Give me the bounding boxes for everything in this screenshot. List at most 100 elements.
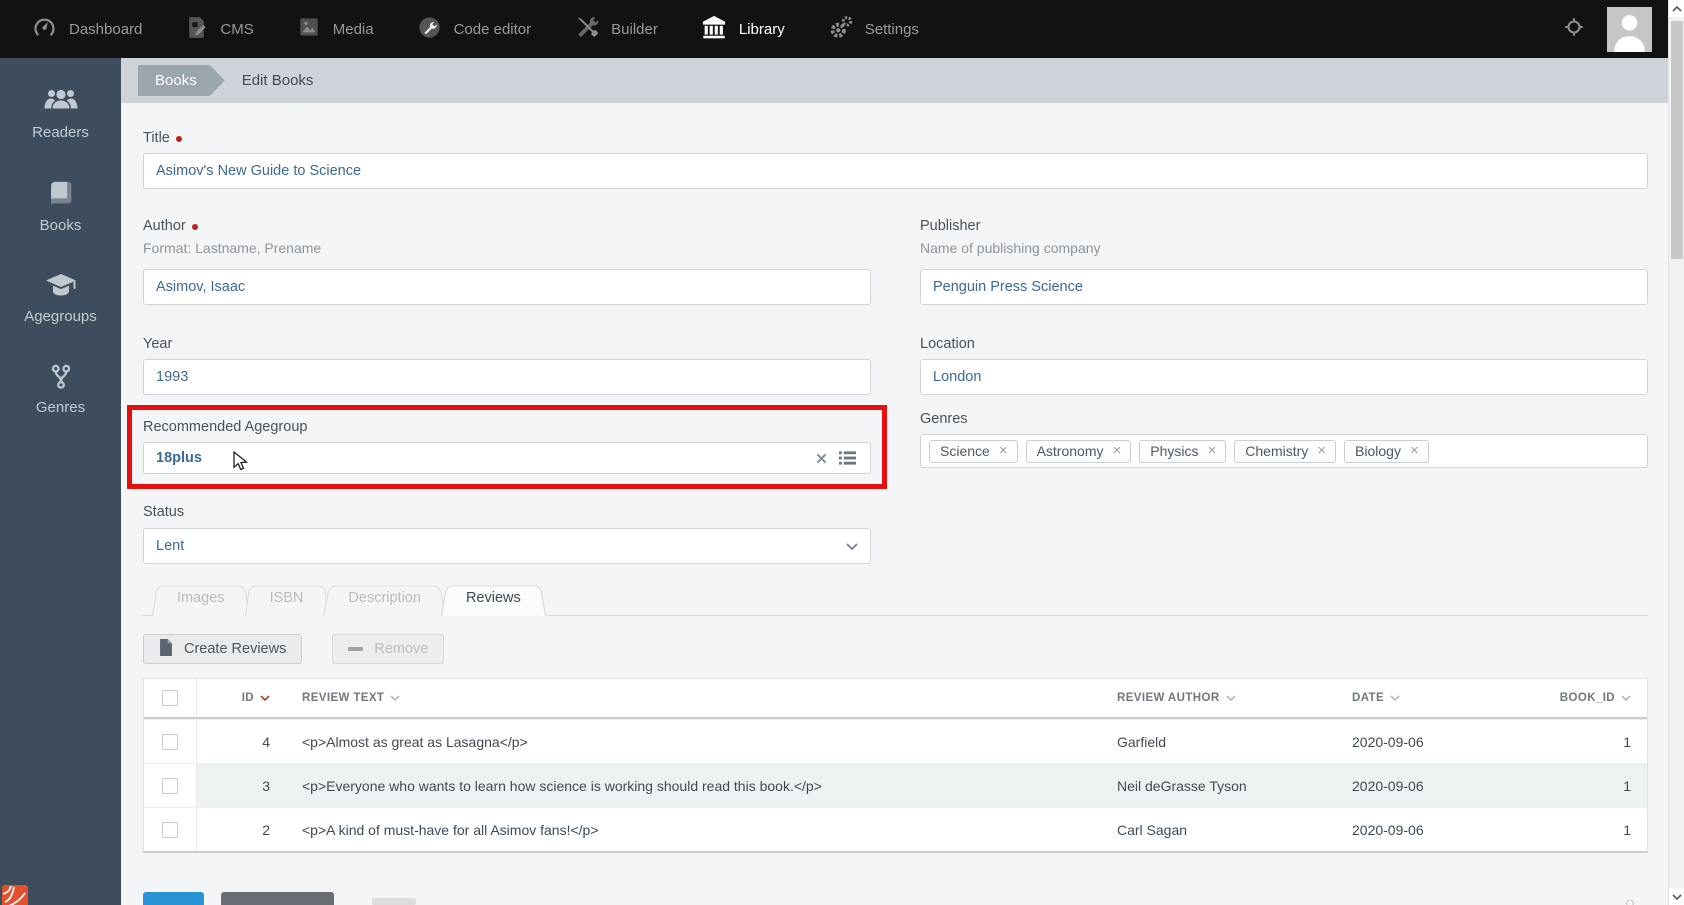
breadcrumb-books[interactable]: Books xyxy=(138,65,225,96)
column-label: REVIEW AUTHOR xyxy=(1117,692,1220,704)
author-input[interactable] xyxy=(143,269,871,305)
lookup-list-icon[interactable] xyxy=(834,445,860,471)
sidebar-item-label: Agegroups xyxy=(0,308,121,325)
tab-isbn[interactable]: ISBN xyxy=(245,582,329,615)
table-row[interactable]: 4 <p>Almost as great as Lasagna</p> Garf… xyxy=(144,719,1647,763)
cell-review-author: Neil deGrasse Tyson xyxy=(1101,764,1336,807)
tab-images[interactable]: Images xyxy=(152,582,250,615)
sidebar-item-label: Books xyxy=(0,217,121,234)
publisher-field-block: Publisher Name of publishing company xyxy=(920,217,1648,305)
column-header-id[interactable]: ID xyxy=(197,692,286,704)
remove-tag-icon[interactable]: × xyxy=(1208,443,1217,458)
lock-icon-cut-off xyxy=(1620,897,1640,905)
status-value: Lent xyxy=(156,538,846,554)
remove-tag-icon[interactable]: × xyxy=(999,443,1008,458)
breadcrumb: Books Edit Books xyxy=(121,58,1668,103)
tab-description[interactable]: Description xyxy=(323,582,446,615)
sidebar: Readers Books Agegroups Genres xyxy=(0,58,121,905)
tag-label: Astronomy xyxy=(1037,443,1104,459)
sidebar-item-books[interactable]: Books xyxy=(0,179,121,234)
gauge-icon xyxy=(31,14,58,45)
create-reviews-button[interactable]: Create Reviews xyxy=(143,634,302,664)
genres-tag-input[interactable]: Science× Astronomy× Physics× Chemistry× … xyxy=(920,434,1648,468)
cell-date: 2020-09-06 xyxy=(1336,808,1544,851)
nav-item-builder[interactable]: Builder xyxy=(552,0,679,58)
sidebar-item-agegroups[interactable]: Agegroups xyxy=(0,272,121,325)
sort-caret-icon xyxy=(390,695,400,701)
remove-tag-icon[interactable]: × xyxy=(1113,443,1122,458)
title-input[interactable] xyxy=(143,153,1648,189)
scrollbar-thumb[interactable] xyxy=(1671,21,1683,259)
column-header-review-author[interactable]: REVIEW AUTHOR xyxy=(1101,692,1336,704)
status-select[interactable]: Lent xyxy=(143,528,871,564)
cancel-link-cut-off[interactable] xyxy=(372,898,416,905)
avatar[interactable] xyxy=(1607,7,1652,52)
publisher-label: Publisher xyxy=(920,218,980,234)
tab-reviews[interactable]: Reviews xyxy=(441,582,546,615)
cell-book-id: 1 xyxy=(1544,720,1647,763)
sidebar-item-label: Genres xyxy=(0,399,121,416)
sort-caret-icon xyxy=(1390,695,1400,701)
crosshair-icon[interactable] xyxy=(1563,16,1585,43)
nav-label: Builder xyxy=(611,21,658,38)
location-field-block: Location xyxy=(920,335,1648,395)
vertical-scrollbar[interactable] xyxy=(1668,0,1684,905)
column-header-book-id[interactable]: BOOK_ID xyxy=(1544,692,1647,704)
row-checkbox[interactable] xyxy=(162,734,178,750)
scroll-up-arrow-icon[interactable] xyxy=(1669,0,1684,17)
location-input[interactable] xyxy=(920,359,1648,395)
nav-label: Library xyxy=(739,21,785,38)
tab-label: ISBN xyxy=(270,590,304,606)
agegroup-label: Recommended Agegroup xyxy=(143,419,307,435)
genres-label: Genres xyxy=(920,411,968,427)
nav-item-code-editor[interactable]: Code editor xyxy=(395,0,553,58)
tab-label: Images xyxy=(177,590,225,606)
scroll-down-arrow-icon[interactable] xyxy=(1669,888,1684,905)
publisher-helper-text: Name of publishing company xyxy=(920,240,1648,256)
column-header-review-text[interactable]: REVIEW TEXT xyxy=(286,692,1101,704)
nav-item-cms[interactable]: CMS xyxy=(163,0,274,58)
builder-tools-icon xyxy=(573,14,600,45)
table-row[interactable]: 2 <p>A kind of must-have for all Asimov … xyxy=(144,807,1647,851)
author-field-block: Author Format: Lastname, Prename xyxy=(143,217,871,305)
required-dot xyxy=(176,136,182,142)
remove-button[interactable]: Remove xyxy=(332,634,444,664)
column-label: ID xyxy=(242,692,254,704)
cell-book-id: 1 xyxy=(1544,808,1647,851)
readers-group-icon xyxy=(0,88,121,116)
row-checkbox[interactable] xyxy=(162,778,178,794)
remove-tag-icon[interactable]: × xyxy=(1317,443,1326,458)
nav-item-media[interactable]: Media xyxy=(275,0,395,58)
sidebar-item-readers[interactable]: Readers xyxy=(0,88,121,141)
cell-book-id: 1 xyxy=(1544,764,1647,807)
media-image-icon xyxy=(296,14,322,44)
sort-caret-icon xyxy=(1226,695,1236,701)
column-label: DATE xyxy=(1352,692,1384,704)
secondary-button-cut-off[interactable] xyxy=(221,892,334,905)
clear-value-icon[interactable] xyxy=(808,445,834,471)
location-label: Location xyxy=(920,336,975,352)
year-input[interactable] xyxy=(143,359,871,395)
red-annotation-box: Recommended Agegroup 18plus xyxy=(127,405,887,489)
nav-item-library[interactable]: Library xyxy=(679,0,806,58)
nav-item-dashboard[interactable]: Dashboard xyxy=(10,0,163,58)
column-header-date[interactable]: DATE xyxy=(1336,692,1544,704)
status-field-block: Status Lent xyxy=(143,503,871,564)
remove-tag-icon[interactable]: × xyxy=(1410,443,1419,458)
publisher-input[interactable] xyxy=(920,269,1648,305)
tab-label: Description xyxy=(348,590,421,606)
cms-page-icon xyxy=(184,15,209,44)
sidebar-item-genres[interactable]: Genres xyxy=(0,363,121,416)
breadcrumb-current: Edit Books xyxy=(242,72,314,89)
minus-icon xyxy=(348,647,363,651)
cell-id: 4 xyxy=(197,720,286,763)
agegroup-value: 18plus xyxy=(156,450,808,466)
save-button-cut-off[interactable] xyxy=(143,892,204,905)
select-all-checkbox[interactable] xyxy=(162,690,178,706)
sidebar-item-label: Readers xyxy=(0,124,121,141)
nav-item-settings[interactable]: Settings xyxy=(806,0,940,58)
row-checkbox[interactable] xyxy=(162,822,178,838)
branch-icon xyxy=(0,363,121,391)
agegroup-picker-field[interactable]: 18plus xyxy=(143,442,871,474)
table-row[interactable]: 3 <p>Everyone who wants to learn how sci… xyxy=(144,763,1647,807)
